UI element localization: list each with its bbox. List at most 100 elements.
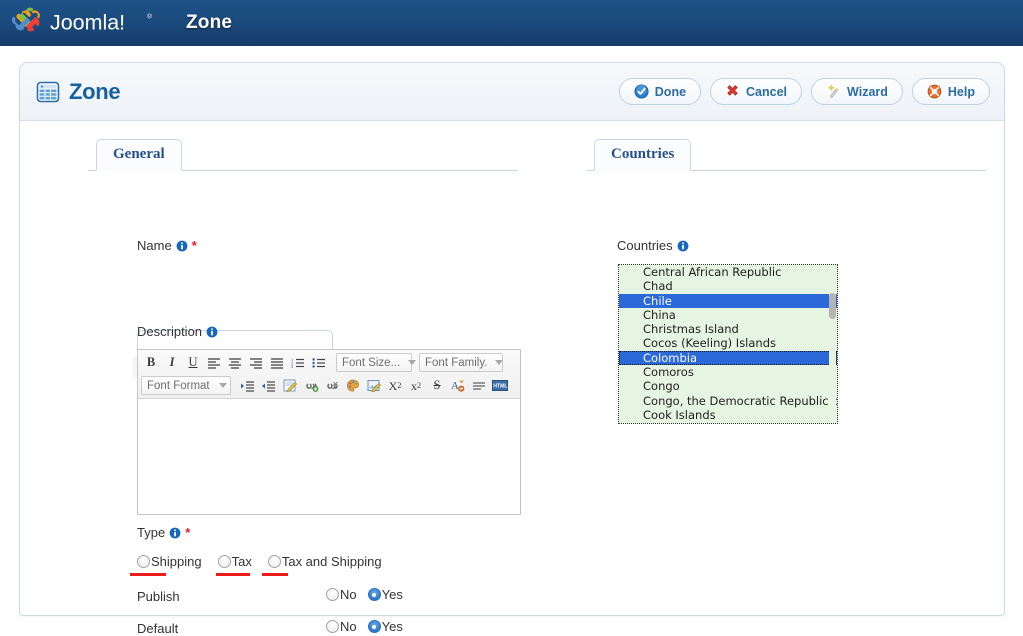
cancel-button-label: Cancel <box>746 84 788 99</box>
indent-icon[interactable] <box>238 376 258 395</box>
wizard-button-label: Wizard <box>847 84 888 99</box>
list-item[interactable]: Chile <box>619 293 837 308</box>
list-item[interactable]: Cocos (Keeling) Islands <box>619 336 837 350</box>
cancel-button[interactable]: Cancel <box>710 78 803 105</box>
chevron-down-icon <box>495 360 504 365</box>
font-family-select-label: Font Family. <box>425 356 488 369</box>
radio-default-no[interactable] <box>326 620 339 633</box>
html-source-icon[interactable]: HTML <box>490 376 510 395</box>
edit-image-icon[interactable] <box>364 376 384 395</box>
chevron-down-icon <box>219 383 227 388</box>
default-option-no-label: No <box>340 619 357 634</box>
type-option-tax[interactable]: Tax <box>217 554 252 569</box>
content-panel: Zone Done Cancel Wizard Help General Nam… <box>19 62 1005 636</box>
color-palette-icon[interactable] <box>343 376 363 395</box>
italic-icon[interactable]: I <box>162 353 182 372</box>
radio-publish-no[interactable] <box>326 588 339 601</box>
radio-tax-and-shipping[interactable] <box>267 555 281 568</box>
type-required-marker: * <box>185 525 191 540</box>
done-button[interactable]: Done <box>618 78 702 105</box>
info-icon[interactable] <box>169 527 181 539</box>
description-label: Description <box>137 324 203 339</box>
font-size-select[interactable]: Font Size... <box>336 353 417 372</box>
subscript-icon[interactable]: X2 <box>385 376 405 395</box>
list-item[interactable]: Chad <box>619 279 837 293</box>
list-item[interactable]: Congo <box>619 379 837 393</box>
outdent-icon[interactable] <box>259 376 279 395</box>
edit-icon[interactable] <box>280 376 300 395</box>
list-item[interactable]: Christmas Island <box>619 322 837 336</box>
default-option-yes-label: Yes <box>381 619 403 634</box>
app-title: Zone <box>186 12 233 33</box>
list-item[interactable]: Comoros <box>619 365 837 379</box>
countries-scrollbar-thumb[interactable] <box>829 293 836 319</box>
highlight-marker-tax-and-shipping <box>262 573 288 576</box>
editor-toolbar: B I U 1 2 3 Font Size... Font Family. Fo… <box>138 350 520 399</box>
svg-text:3: 3 <box>291 364 294 369</box>
align-center-icon[interactable] <box>225 353 245 372</box>
align-justify-icon[interactable] <box>267 353 287 372</box>
bold-icon[interactable]: B <box>141 353 161 372</box>
publish-radio-group: No Yes <box>326 587 403 602</box>
list-item[interactable]: Central African Republic <box>619 265 837 279</box>
panel-body: General Name * Description B I U 1 2 3 F… <box>20 121 1004 636</box>
list-item[interactable]: China <box>619 308 837 322</box>
default-option-yes[interactable]: Yes <box>367 619 403 634</box>
description-label-group: Description <box>137 324 218 339</box>
publish-option-yes[interactable]: Yes <box>367 587 403 602</box>
strikethrough-icon[interactable]: S <box>427 376 447 395</box>
default-label: Default <box>137 621 179 636</box>
joomla-logo-icon <box>11 7 40 32</box>
default-option-no[interactable]: No <box>326 619 357 634</box>
list-item[interactable]: Colombia <box>619 350 837 366</box>
unlink-icon[interactable] <box>322 376 342 395</box>
highlight-marker-tax <box>216 573 250 576</box>
info-icon[interactable] <box>206 326 218 338</box>
publish-option-yes-label: Yes <box>381 587 403 602</box>
countries-listbox[interactable]: Central African Republic Chad Chile Chin… <box>618 264 838 424</box>
red-x-icon <box>727 85 738 96</box>
countries-label-group: Countries <box>617 238 689 253</box>
radio-default-yes[interactable] <box>367 620 381 633</box>
name-label: Name <box>137 238 172 253</box>
countries-tabstrip: Countries <box>586 137 986 171</box>
font-format-select[interactable]: Font Format <box>141 376 231 395</box>
toolbar: Done Cancel Wizard Help <box>618 78 990 105</box>
countries-scrollbar[interactable] <box>829 266 836 423</box>
highlight-marker-shipping <box>130 573 166 576</box>
description-editor-body[interactable] <box>138 399 520 514</box>
wizard-button[interactable]: Wizard <box>811 78 903 105</box>
insert-link-icon[interactable] <box>301 376 321 395</box>
horizontal-rule-icon[interactable] <box>469 376 489 395</box>
type-option-tax-and-shipping[interactable]: Tax and Shipping <box>267 554 382 569</box>
underline-icon[interactable]: U <box>183 353 203 372</box>
font-family-select[interactable]: Font Family. <box>419 353 504 372</box>
radio-shipping[interactable] <box>137 555 150 568</box>
type-radio-group: Shipping Tax Tax and Shipping <box>137 554 382 569</box>
help-button[interactable]: Help <box>911 78 990 105</box>
align-left-icon[interactable] <box>204 353 224 372</box>
unordered-list-icon[interactable] <box>309 353 329 372</box>
publish-option-no[interactable]: No <box>326 587 357 602</box>
radio-publish-yes[interactable] <box>367 588 381 601</box>
tab-general[interactable]: General <box>96 139 182 171</box>
info-icon[interactable] <box>677 240 689 252</box>
description-editor: B I U 1 2 3 Font Size... Font Family. Fo… <box>137 349 521 515</box>
general-tabstrip: General <box>88 137 518 171</box>
top-bar: Joomla! ® Zone <box>0 0 1023 46</box>
info-icon[interactable] <box>176 240 188 252</box>
align-right-icon[interactable] <box>246 353 266 372</box>
svg-text:A: A <box>451 380 459 392</box>
superscript-icon[interactable]: x2 <box>406 376 426 395</box>
radio-tax[interactable] <box>217 555 231 568</box>
countries-field-label: Countries <box>617 238 673 253</box>
type-option-shipping[interactable]: Shipping <box>137 554 202 569</box>
list-item[interactable]: Congo, the Democratic Republic of <box>619 394 837 408</box>
publish-label: Publish <box>137 589 180 604</box>
list-item[interactable]: Cook Islands <box>619 408 837 422</box>
ordered-list-icon[interactable]: 1 2 3 <box>288 353 308 372</box>
type-option-shipping-label: Shipping <box>151 554 202 569</box>
remove-format-icon[interactable]: A <box>448 376 468 395</box>
tab-countries[interactable]: Countries <box>594 139 692 171</box>
help-button-label: Help <box>947 84 975 99</box>
